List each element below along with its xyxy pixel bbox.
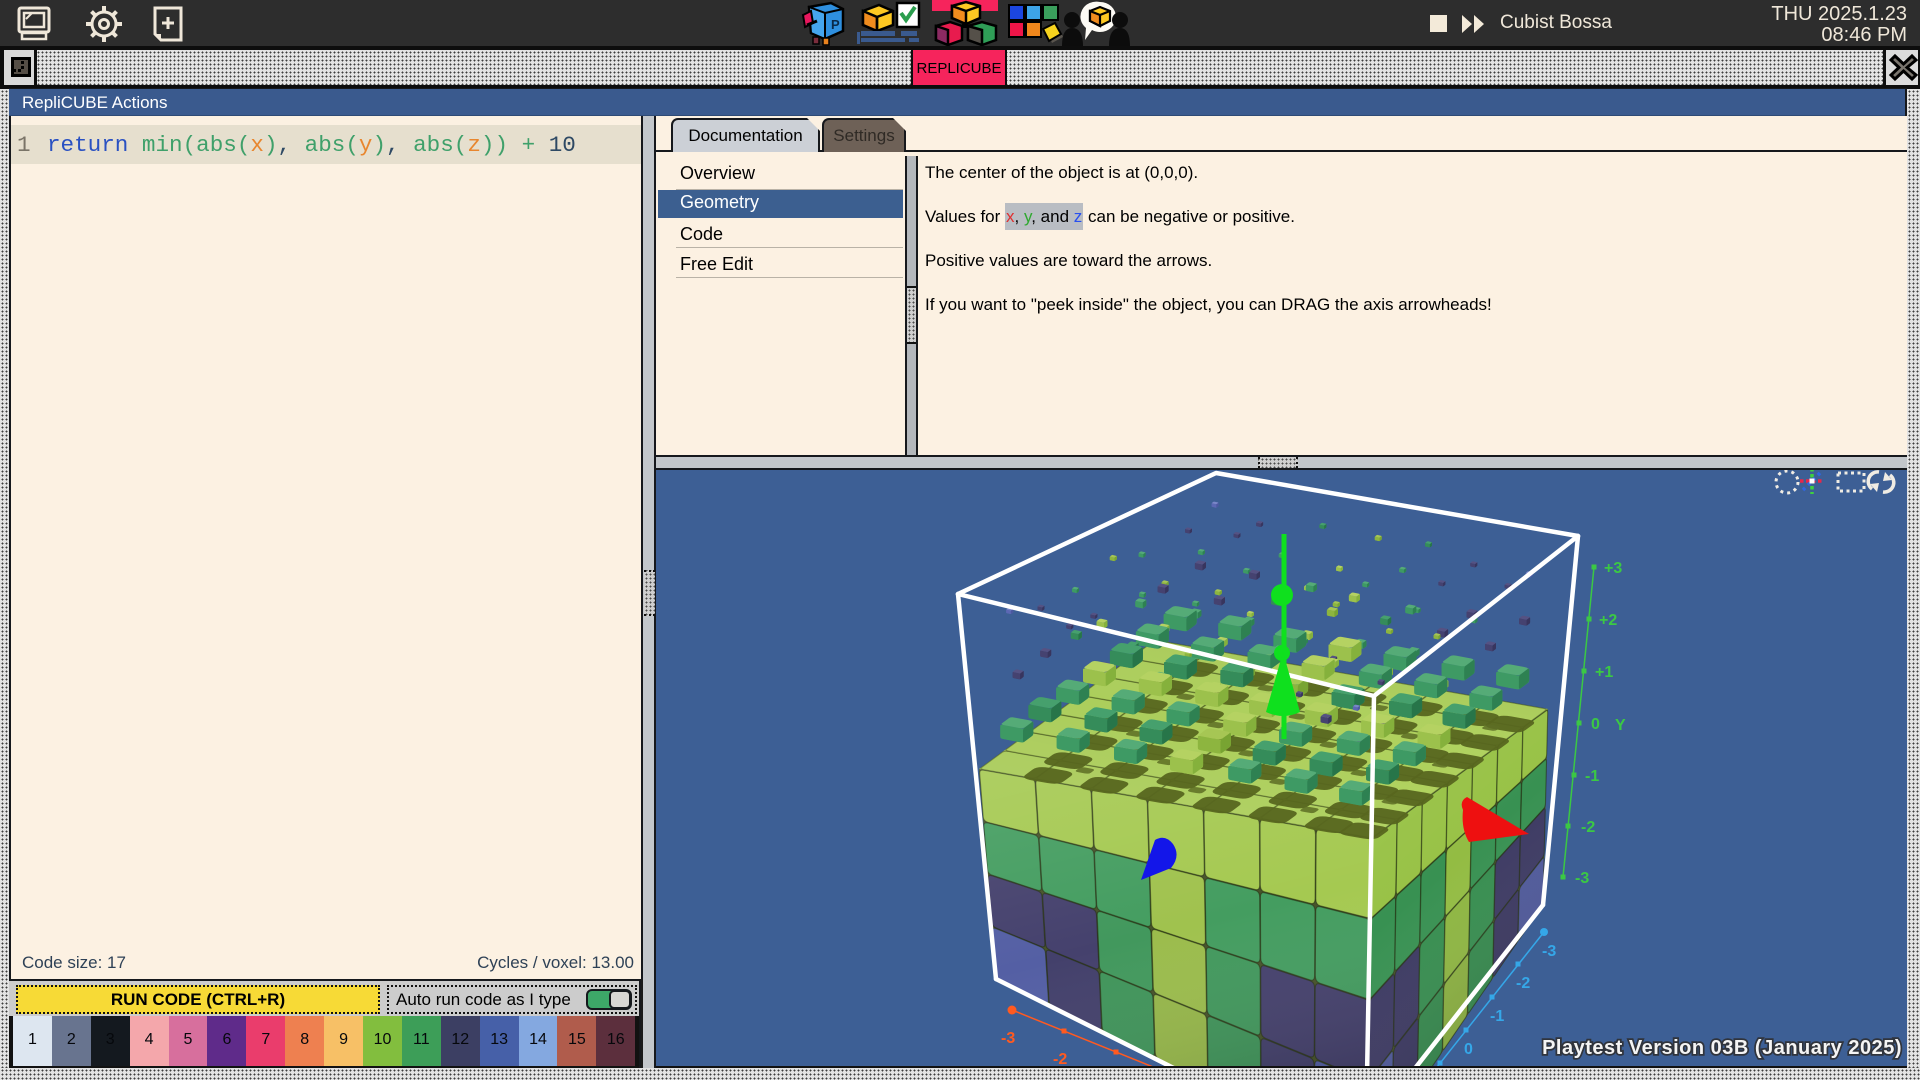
svg-text:-2: -2 — [1053, 1051, 1067, 1068]
svg-text:+3: +3 — [1604, 560, 1622, 577]
svg-text:0: 0 — [1464, 1041, 1473, 1058]
svg-text:-3: -3 — [1001, 1030, 1015, 1047]
svg-text:+2: +2 — [1599, 612, 1617, 629]
svg-text:+1: +1 — [1595, 664, 1613, 681]
svg-text:Y: Y — [1615, 717, 1626, 734]
svg-text:0: 0 — [1591, 716, 1600, 733]
svg-text:P: P — [831, 17, 840, 32]
svg-text:-3: -3 — [1575, 870, 1589, 887]
svg-text:Playtest Version 03B (January: Playtest Version 03B (January 2025) — [1542, 1037, 1902, 1059]
svg-text:-2: -2 — [1581, 819, 1595, 836]
svg-text:-3: -3 — [1542, 943, 1556, 960]
svg-text:-2: -2 — [1516, 975, 1530, 992]
svg-text:-1: -1 — [1490, 1008, 1504, 1025]
svg-text:-1: -1 — [1585, 768, 1599, 785]
